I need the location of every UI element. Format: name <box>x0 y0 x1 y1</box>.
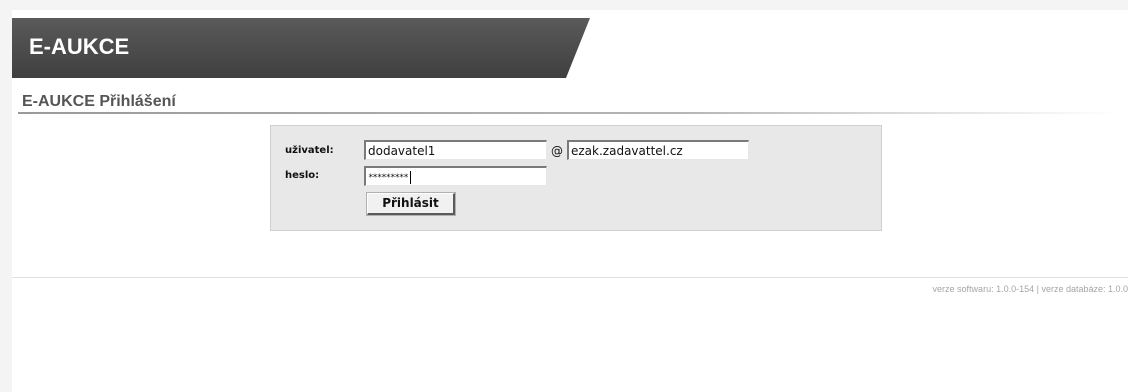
username-input[interactable]: dodavatel1 <box>364 140 547 160</box>
login-form: uživatel: dodavatel1 @ ezak.zadavattel.c… <box>270 125 882 231</box>
username-label: uživatel: <box>285 145 334 156</box>
brand-title: E-AUKCE <box>29 34 130 59</box>
password-mask: ********* <box>368 173 409 183</box>
page: E-AUKCE E-AUKCE Přihlášení uživatel: dod… <box>12 10 1128 392</box>
footer-divider <box>12 277 1128 278</box>
password-label: heslo: <box>285 170 320 181</box>
text-caret <box>409 171 411 184</box>
header-bar: E-AUKCE <box>12 18 1128 78</box>
at-sign: @ <box>551 144 563 158</box>
password-input[interactable]: ********* <box>364 166 547 186</box>
login-button[interactable]: Přihlásit <box>366 192 456 216</box>
version-info: verze softwaru: 1.0.0-154 | verze databá… <box>932 284 1128 294</box>
heading-divider <box>18 112 1118 114</box>
page-title: E-AUKCE Přihlášení <box>22 93 176 110</box>
domain-input[interactable]: ezak.zadavattel.cz <box>567 140 749 160</box>
